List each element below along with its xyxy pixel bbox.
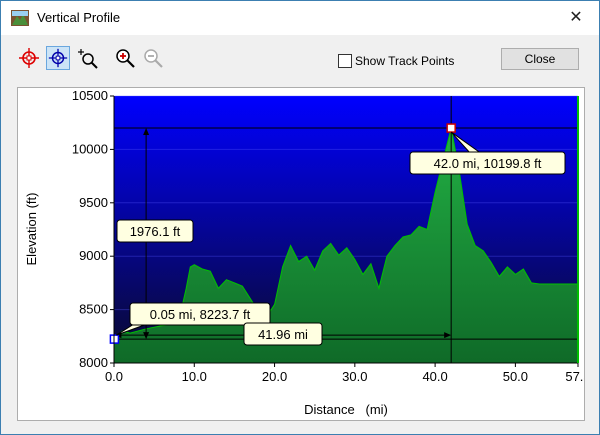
peak-marker [446, 123, 456, 133]
chart-frame: 8000 8500 9000 9500 10000 10500 0.0 10.0 20.0 30.… [17, 87, 591, 421]
y-tick-label: 8500 [79, 302, 108, 317]
close-button[interactable]: Close [501, 48, 579, 70]
zoom-out-icon[interactable] [141, 46, 165, 70]
toolbar: Show Track Points Close [1, 35, 599, 87]
y-tick-label: 9000 [79, 248, 108, 263]
x-tick-label: 0.0 [105, 369, 123, 384]
show-track-points-label: Show Track Points [355, 54, 455, 68]
x-tick-label: 40.0 [422, 369, 447, 384]
x-axis-label: Distance (mi) [304, 402, 388, 417]
x-tick-label: 10.0 [182, 369, 207, 384]
x-tick-label: 50.0 [503, 369, 528, 384]
peak-callout-text: 42.0 mi, 10199.8 ft [434, 156, 542, 171]
show-track-points-checkbox[interactable] [338, 54, 352, 68]
crosshair-blue-icon[interactable] [46, 46, 70, 70]
y-tick-label: 10500 [72, 88, 108, 103]
delta-elevation-callout: 1976.1 ft [116, 219, 194, 243]
window-title: Vertical Profile [37, 10, 121, 25]
elevation-profile-chart[interactable]: 8000 8500 9000 9500 10000 10500 0.0 10.0 20.0 30.… [18, 88, 591, 420]
delta-distance-callout: 41.96 mi [243, 322, 323, 346]
y-tick-label: 10000 [72, 141, 108, 156]
zoom-in-icon[interactable] [113, 46, 137, 70]
y-axis-label: Elevation (ft) [24, 193, 39, 266]
title-bar[interactable]: Vertical Profile ✕ [1, 1, 599, 35]
crosshair-red-icon[interactable] [17, 46, 41, 70]
vertical-profile-window: Vertical Profile ✕ Show Track Points Clo… [0, 0, 600, 435]
x-tick-label: 30.0 [342, 369, 367, 384]
start-callout-text: 0.05 mi, 8223.7 ft [150, 307, 251, 322]
app-icon [11, 10, 29, 26]
zoom-region-icon[interactable] [75, 46, 99, 70]
delta-distance-callout-text: 41.96 mi [258, 327, 308, 342]
y-tick-label: 9500 [79, 195, 108, 210]
x-tick-label: 57.8 [565, 369, 584, 384]
window-close-button[interactable]: ✕ [553, 1, 599, 35]
delta-elevation-callout-text: 1976.1 ft [130, 224, 181, 239]
x-tick-label: 20.0 [262, 369, 287, 384]
y-tick-label: 8000 [79, 355, 108, 370]
